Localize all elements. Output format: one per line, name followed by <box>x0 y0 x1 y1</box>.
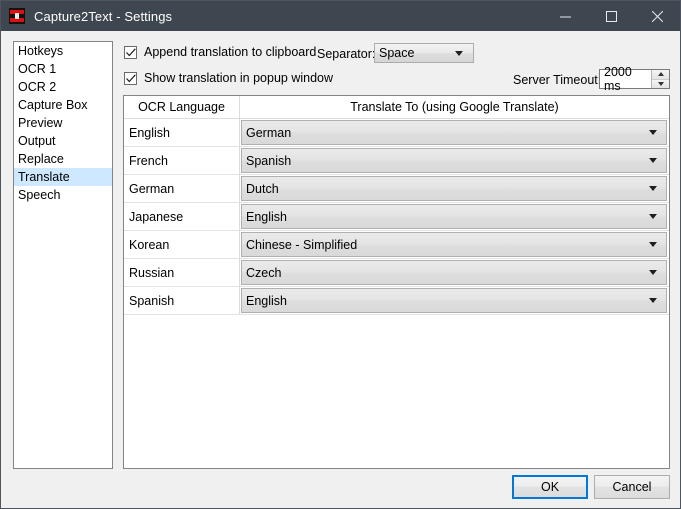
append-translation-checkbox[interactable]: Append translation to clipboard <box>124 45 316 59</box>
translate-to-value: Dutch <box>242 182 649 196</box>
sidebar-item-label: Capture Box <box>18 98 87 112</box>
sidebar-item-label: Output <box>18 134 56 148</box>
table-row: Japanese English <box>124 203 669 231</box>
sidebar-item-label: Hotkeys <box>18 44 63 58</box>
chevron-down-icon <box>455 51 463 56</box>
maximize-icon[interactable] <box>588 1 634 31</box>
stepper-buttons <box>651 70 669 88</box>
chevron-down-icon <box>649 298 657 303</box>
table-header-row: OCR Language Translate To (using Google … <box>124 96 669 119</box>
sidebar-item-label: OCR 2 <box>18 80 56 94</box>
table-row: Russian Czech <box>124 259 669 287</box>
chevron-down-icon <box>649 186 657 191</box>
server-timeout-value[interactable]: 2000 ms <box>600 70 651 88</box>
sidebar-item-speech[interactable]: Speech <box>14 186 112 204</box>
translate-to-dropdown[interactable]: English <box>241 288 667 313</box>
translate-to-dropdown[interactable]: German <box>241 120 667 145</box>
column-header-ocr-language: OCR Language <box>124 96 240 118</box>
separator-value: Space <box>379 46 455 60</box>
sidebar-item-ocr-2[interactable]: OCR 2 <box>14 78 112 96</box>
translate-to-dropdown[interactable]: English <box>241 204 667 229</box>
chevron-down-icon <box>649 130 657 135</box>
table-row: French Spanish <box>124 147 669 175</box>
translate-to-dropdown[interactable]: Czech <box>241 260 667 285</box>
sidebar-item-label: Replace <box>18 152 64 166</box>
table-row: Korean Chinese - Simplified <box>124 231 669 259</box>
table-row: German Dutch <box>124 175 669 203</box>
stepper-down-icon[interactable] <box>652 80 669 89</box>
cell-ocr-language: Russian <box>124 259 240 286</box>
translate-to-value: Czech <box>242 266 649 280</box>
minimize-icon[interactable] <box>542 1 588 31</box>
chevron-down-icon <box>649 158 657 163</box>
translate-to-dropdown[interactable]: Dutch <box>241 176 667 201</box>
append-translation-label: Append translation to clipboard <box>144 45 316 59</box>
separator-dropdown[interactable]: Space <box>374 43 474 63</box>
chevron-down-icon <box>649 214 657 219</box>
checkmark-icon <box>124 72 137 85</box>
sidebar-item-label: Preview <box>18 116 62 130</box>
table-row: Spanish English <box>124 287 669 315</box>
translate-to-dropdown[interactable]: Spanish <box>241 148 667 173</box>
settings-category-list[interactable]: Hotkeys OCR 1 OCR 2 Capture Box Preview … <box>13 41 113 469</box>
cell-ocr-language: English <box>124 119 240 146</box>
translate-to-dropdown[interactable]: Chinese - Simplified <box>241 232 667 257</box>
translation-table: OCR Language Translate To (using Google … <box>123 95 670 469</box>
cell-ocr-language: Japanese <box>124 203 240 230</box>
sidebar-item-label: Translate <box>18 170 70 184</box>
cell-ocr-language: Korean <box>124 231 240 258</box>
server-timeout-stepper[interactable]: 2000 ms <box>599 69 670 89</box>
translate-to-value: German <box>242 126 649 140</box>
cancel-button[interactable]: Cancel <box>594 475 670 499</box>
sidebar-item-hotkeys[interactable]: Hotkeys <box>14 42 112 60</box>
sidebar-item-ocr-1[interactable]: OCR 1 <box>14 60 112 78</box>
sidebar-item-replace[interactable]: Replace <box>14 150 112 168</box>
translate-to-value: Chinese - Simplified <box>242 238 649 252</box>
column-header-translate-to: Translate To (using Google Translate) <box>240 96 669 118</box>
translate-to-value: English <box>242 294 649 308</box>
translate-to-value: English <box>242 210 649 224</box>
table-row: English German <box>124 119 669 147</box>
window-controls <box>542 1 680 31</box>
sidebar-item-translate[interactable]: Translate <box>14 168 112 186</box>
window-title: Capture2Text - Settings <box>34 9 172 24</box>
stepper-up-icon[interactable] <box>652 70 669 80</box>
show-popup-label: Show translation in popup window <box>144 71 333 85</box>
sidebar-item-output[interactable]: Output <box>14 132 112 150</box>
sidebar-item-label: OCR 1 <box>18 62 56 76</box>
separator-label: Separator: <box>317 47 375 61</box>
cell-ocr-language: German <box>124 175 240 202</box>
cell-ocr-language: Spanish <box>124 287 240 314</box>
cell-ocr-language: French <box>124 147 240 174</box>
close-icon[interactable] <box>634 1 680 31</box>
chevron-down-icon <box>649 242 657 247</box>
server-timeout-label: Server Timeout: <box>513 73 601 87</box>
ok-button[interactable]: OK <box>512 475 588 499</box>
title-bar: Capture2Text - Settings <box>1 1 680 31</box>
sidebar-item-label: Speech <box>18 188 60 202</box>
show-popup-checkbox[interactable]: Show translation in popup window <box>124 71 333 85</box>
app-logo-icon <box>9 8 25 24</box>
settings-window: Capture2Text - Settings Hotkeys OCR 1 OC… <box>0 0 681 509</box>
translate-to-value: Spanish <box>242 154 649 168</box>
sidebar-item-preview[interactable]: Preview <box>14 114 112 132</box>
chevron-down-icon <box>649 270 657 275</box>
checkmark-icon <box>124 46 137 59</box>
sidebar-item-capture-box[interactable]: Capture Box <box>14 96 112 114</box>
